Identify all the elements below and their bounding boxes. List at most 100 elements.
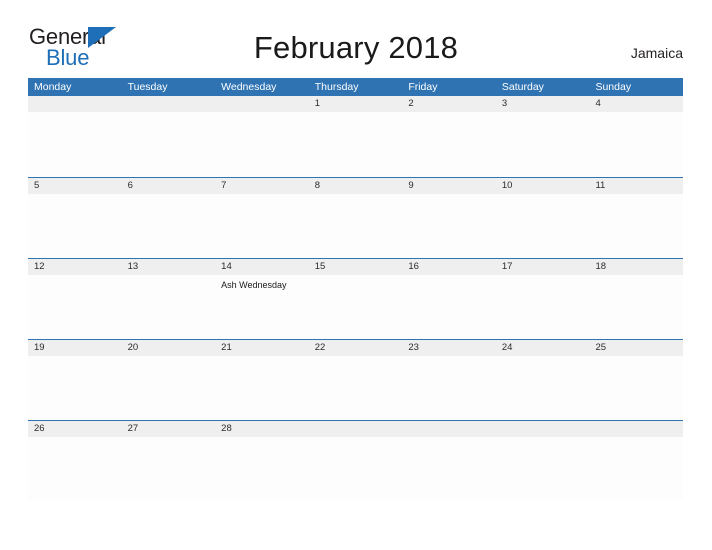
calendar-day-cell-empty	[495, 421, 590, 501]
calendar-day-events	[122, 437, 216, 441]
calendar-day-cell[interactable]: 17	[495, 259, 590, 339]
calendar-day-events	[28, 437, 122, 441]
calendar-day-cell[interactable]: 9	[402, 178, 496, 258]
calendar-day-cell[interactable]: 8	[308, 178, 403, 258]
calendar-day-cell[interactable]: 19	[28, 340, 122, 420]
calendar-day-number: 15	[308, 259, 403, 275]
calendar-page: General Blue February 2018 Jamaica Monda…	[0, 0, 712, 550]
calendar-day-events	[589, 437, 683, 441]
calendar-day-cell-empty	[308, 421, 403, 501]
calendar-day-cell[interactable]: 12	[28, 259, 122, 339]
calendar-day-events	[496, 356, 590, 360]
calendar-day-number: 26	[28, 421, 122, 437]
calendar-day-cell[interactable]: 3	[495, 96, 590, 177]
calendar-day-cell[interactable]: 24	[495, 340, 590, 420]
calendar-day-number: 23	[402, 340, 496, 356]
calendar-day-cell[interactable]: 25	[589, 340, 684, 420]
calendar-day-number: 21	[215, 340, 309, 356]
calendar-day-events	[28, 275, 122, 279]
calendar-day-number: 27	[121, 421, 216, 437]
calendar-day-cell[interactable]: 22	[308, 340, 403, 420]
calendar-day-number: 17	[495, 259, 590, 275]
calendar-day-cell[interactable]: 15	[308, 259, 403, 339]
page-header: General Blue February 2018 Jamaica	[0, 0, 712, 78]
calendar-week-row: 1234	[28, 96, 684, 177]
calendar-day-number: 14	[215, 259, 309, 275]
page-title: February 2018	[253, 30, 459, 65]
weekday-header-wednesday: Wednesday	[221, 81, 277, 93]
calendar-day-number: 1	[308, 96, 403, 112]
weekday-header-sunday: Sunday	[595, 81, 632, 93]
calendar-day-cell-empty	[402, 421, 496, 501]
calendar-day-events	[496, 275, 590, 279]
calendar-day-cell[interactable]: 26	[28, 421, 122, 501]
calendar-week-row: 19 20 21 22 23 24 25	[28, 339, 684, 420]
calendar-day-cell-empty	[215, 96, 309, 177]
calendar-day-events	[309, 112, 403, 116]
calendar-grid: Monday Tuesday Wednesday Thursday Friday…	[28, 78, 684, 501]
calendar-day-events	[122, 112, 216, 116]
calendar-day-cell[interactable]: 5	[28, 178, 122, 258]
calendar-day-cell[interactable]: 23	[402, 340, 496, 420]
calendar-day-cell[interactable]: 16	[402, 259, 496, 339]
calendar-day-number: 5	[28, 178, 122, 194]
calendar-day-events	[215, 112, 309, 116]
calendar-day-cell[interactable]: 13	[121, 259, 216, 339]
calendar-day-number: 3	[495, 96, 590, 112]
calendar-day-number: 18	[589, 259, 684, 275]
calendar-day-events	[589, 275, 683, 279]
calendar-day-events	[215, 437, 309, 441]
calendar-day-events	[122, 275, 216, 279]
calendar-day-number: 19	[28, 340, 122, 356]
weekday-header-friday: Friday	[408, 81, 438, 93]
calendar-day-cell-empty	[121, 96, 216, 177]
calendar-day-number: 9	[402, 178, 496, 194]
calendar-day-number: 2	[402, 96, 496, 112]
calendar-day-number	[402, 421, 496, 437]
calendar-day-cell[interactable]: 28	[215, 421, 309, 501]
calendar-day-number	[589, 421, 684, 437]
calendar-day-number: 4	[589, 96, 684, 112]
calendar-day-events	[28, 356, 122, 360]
calendar-day-cell[interactable]: 1	[308, 96, 403, 177]
calendar-day-cell[interactable]: 20	[121, 340, 216, 420]
calendar-day-number: 16	[402, 259, 496, 275]
calendar-day-cell[interactable]: 7	[215, 178, 309, 258]
weekday-header-tuesday: Tuesday	[127, 81, 168, 93]
calendar-day-number: 28	[215, 421, 309, 437]
calendar-day-number: 25	[589, 340, 684, 356]
calendar-day-events	[496, 194, 590, 198]
calendar-day-events	[402, 194, 496, 198]
calendar-day-events	[215, 356, 309, 360]
calendar-day-events	[122, 356, 216, 360]
region-label: Jamaica	[630, 45, 683, 61]
calendar-day-events	[309, 356, 403, 360]
weekday-header-thursday: Thursday	[314, 81, 359, 93]
calendar-day-events	[309, 194, 403, 198]
calendar-day-cell[interactable]: 14 Ash Wednesday	[215, 259, 309, 339]
calendar-day-cell-empty	[589, 421, 684, 501]
weekday-header-saturday: Saturday	[501, 81, 544, 93]
calendar-day-events	[402, 356, 496, 360]
calendar-day-events	[309, 437, 403, 441]
calendar-day-number: 24	[495, 340, 590, 356]
calendar-day-cell[interactable]: 18	[589, 259, 684, 339]
calendar-day-cell[interactable]: 2	[402, 96, 496, 177]
calendar-day-cell[interactable]: 11	[589, 178, 684, 258]
calendar-day-cell[interactable]: 4	[589, 96, 684, 177]
calendar-week-row: 12 13 14 Ash Wednesday 15 16 17 18	[28, 258, 684, 339]
calendar-day-events	[589, 194, 683, 198]
calendar-day-number: 22	[308, 340, 403, 356]
weekday-header-row: Monday Tuesday Wednesday Thursday Friday…	[28, 78, 683, 96]
calendar-day-cell[interactable]: 21	[215, 340, 309, 420]
calendar-day-events	[589, 356, 683, 360]
calendar-day-cell-empty	[28, 96, 122, 177]
calendar-day-number	[495, 421, 590, 437]
calendar-day-events	[28, 112, 122, 116]
calendar-day-number	[215, 96, 309, 112]
calendar-day-number: 11	[589, 178, 684, 194]
calendar-week-row: 5 6 7 8 9 10 11	[28, 177, 684, 258]
calendar-day-cell[interactable]: 27	[121, 421, 216, 501]
calendar-day-cell[interactable]: 6	[121, 178, 216, 258]
calendar-day-cell[interactable]: 10	[495, 178, 590, 258]
